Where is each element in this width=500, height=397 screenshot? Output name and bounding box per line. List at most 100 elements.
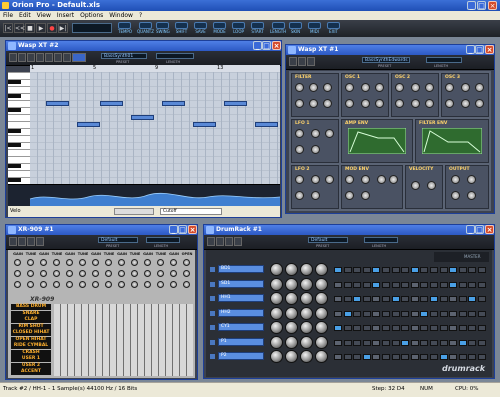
drumrack-step[interactable] — [410, 354, 419, 360]
channel-knob[interactable] — [285, 277, 298, 291]
drumrack-step[interactable] — [449, 310, 458, 317]
transport-loop-button[interactable]: LOOP — [232, 22, 245, 35]
stop-button[interactable]: ■ — [25, 23, 35, 33]
transport-quantz-button[interactable]: QUANTZ — [137, 22, 154, 35]
drum-knob[interactable] — [27, 270, 34, 277]
channel-knob[interactable] — [315, 263, 328, 276]
synth-knob[interactable] — [377, 175, 386, 184]
drumrack-step[interactable] — [362, 339, 371, 346]
channel-mute-toggle[interactable] — [210, 354, 215, 359]
channel-mute-toggle[interactable] — [210, 296, 215, 301]
drumrack-step[interactable] — [343, 354, 352, 360]
transport-tempo-button[interactable]: TEMPO — [118, 22, 132, 35]
drum-select-user-2[interactable]: USER 2 — [11, 362, 51, 369]
drum-knob[interactable] — [183, 259, 190, 266]
tool-button[interactable] — [289, 57, 297, 66]
maximize-button[interactable]: □ — [178, 225, 187, 234]
drumrack-step[interactable] — [439, 281, 448, 288]
synth-knob[interactable] — [325, 175, 334, 184]
tool-button[interactable] — [27, 237, 35, 246]
drumrack-step[interactable] — [439, 354, 448, 360]
drumrack-step[interactable] — [343, 325, 352, 331]
preset-display[interactable]: Default — [98, 237, 138, 243]
drumrack-step[interactable] — [401, 296, 410, 302]
rewind-button[interactable]: << — [14, 23, 25, 33]
note-block[interactable] — [45, 101, 69, 106]
channel-knob[interactable] — [315, 321, 328, 334]
drumrack-step[interactable] — [334, 296, 342, 302]
length-display[interactable] — [364, 237, 398, 243]
channel-knob[interactable] — [285, 306, 298, 320]
note-block[interactable] — [223, 101, 247, 106]
drumrack-step[interactable] — [439, 267, 448, 273]
amp-env-display[interactable] — [348, 128, 406, 154]
transport-swing-button[interactable]: SWING — [156, 22, 170, 35]
tool-button[interactable] — [63, 53, 71, 62]
drum-knob[interactable] — [66, 270, 73, 277]
note-block[interactable] — [130, 115, 154, 120]
drum-knob[interactable] — [14, 281, 21, 288]
synth-knob[interactable] — [325, 129, 334, 138]
drumrack-step[interactable] — [439, 325, 448, 331]
drum-knob[interactable] — [144, 281, 151, 288]
drum-knob[interactable] — [53, 270, 60, 277]
drumrack-step[interactable] — [362, 296, 371, 302]
channel-knob[interactable] — [285, 263, 298, 276]
synth-knob[interactable] — [311, 175, 320, 184]
drumrack-step[interactable] — [391, 267, 400, 273]
rewind-start-button[interactable]: |< — [3, 23, 13, 33]
synth-knob[interactable] — [345, 83, 354, 92]
drumrack-step[interactable] — [382, 310, 390, 317]
drum-knob[interactable] — [144, 259, 151, 266]
drumrack-step[interactable] — [420, 354, 429, 360]
channel-knob[interactable] — [285, 350, 298, 363]
synth-knob[interactable] — [295, 175, 304, 184]
drumrack-step[interactable] — [458, 267, 467, 273]
drum-knob[interactable] — [118, 270, 125, 277]
drumrack-step[interactable] — [430, 325, 438, 331]
channel-knob[interactable] — [300, 306, 313, 320]
drumrack-step[interactable] — [449, 339, 458, 346]
drum-knob[interactable] — [92, 270, 99, 277]
channel-mute-toggle[interactable] — [210, 267, 215, 272]
minimize-button[interactable]: _ — [466, 225, 475, 234]
drumrack-step[interactable] — [391, 310, 400, 317]
drumrack-step[interactable] — [430, 267, 438, 273]
channel-knob[interactable] — [270, 335, 283, 349]
synth-knob[interactable] — [361, 99, 370, 108]
drumrack-step[interactable] — [478, 281, 486, 288]
drumrack-step[interactable] — [372, 325, 381, 331]
drumrack-step[interactable] — [353, 296, 362, 302]
drumrack-step[interactable] — [410, 310, 419, 317]
transport-shift-button[interactable]: SHIFT — [175, 22, 188, 35]
channel-knob[interactable] — [300, 335, 313, 349]
transport-midi-button[interactable]: MIDI — [308, 22, 321, 35]
drumrack-step[interactable] — [468, 354, 477, 360]
forward-end-button[interactable]: ▶| — [58, 23, 68, 33]
synth-knob[interactable] — [323, 99, 332, 108]
drumrack-step[interactable] — [372, 339, 381, 346]
drum-select-ride-cymbal[interactable]: RIDE CYMBAL — [11, 343, 51, 349]
synth-knob[interactable] — [375, 83, 384, 92]
channel-sample-select[interactable]: CY1 — [218, 323, 264, 331]
synth-knob[interactable] — [361, 175, 370, 184]
drumrack-step[interactable] — [334, 281, 342, 288]
drumrack-step[interactable] — [391, 325, 400, 331]
drum-knob[interactable] — [40, 270, 47, 277]
channel-knob[interactable] — [300, 350, 313, 363]
synth-knob[interactable] — [451, 175, 460, 184]
drumrack-step[interactable] — [391, 296, 400, 302]
note-block[interactable] — [99, 101, 123, 106]
synth-knob[interactable] — [311, 145, 320, 154]
channel-sample-select[interactable]: SD1 — [218, 279, 264, 288]
tool-button[interactable] — [225, 237, 233, 246]
drumrack-step[interactable] — [410, 325, 419, 331]
drumrack-step[interactable] — [362, 310, 371, 317]
drum-knob[interactable] — [170, 270, 177, 277]
drumrack-step[interactable] — [343, 296, 352, 302]
transport-mode-button[interactable]: MODE — [213, 22, 226, 35]
drumrack-step[interactable] — [353, 267, 362, 273]
synth-knob[interactable] — [309, 83, 318, 92]
synth-knob[interactable] — [451, 191, 460, 200]
synth-knob[interactable] — [295, 99, 304, 108]
